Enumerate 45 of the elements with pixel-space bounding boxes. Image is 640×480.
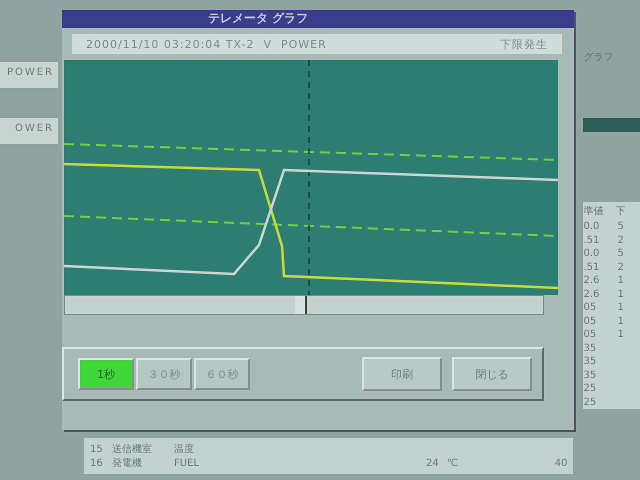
period-button[interactable]: ６０秒 [194, 358, 250, 390]
table-cell-text: 25 [583, 396, 598, 408]
table-cell-text: 0.0 [583, 221, 600, 232]
row-number: 15 [90, 444, 104, 454]
table-cell-text: 1 [617, 329, 625, 340]
table-cell-text: .51 [583, 262, 600, 273]
table-cell-text: 2.6 [583, 288, 600, 300]
action-button[interactable]: 閉じる [452, 357, 532, 391]
period-button[interactable]: ３０秒 [136, 358, 192, 390]
scroll-thumb[interactable] [295, 296, 307, 314]
period-button[interactable]: 1秒 [78, 358, 134, 390]
row-number: 16 [90, 458, 104, 468]
scroll-bar[interactable] [64, 295, 544, 315]
table-cell-text: 05 [583, 316, 598, 327]
alarm-status: 下限発生 [500, 36, 548, 52]
table-cell-text: 05 [583, 329, 598, 340]
table-cell-text: 35 [583, 370, 598, 381]
row-item: 温度 [174, 442, 195, 456]
row-unit: ℃ [446, 458, 459, 468]
action-button[interactable]: 印刷 [362, 357, 442, 391]
table-cell-text: 35 [583, 356, 598, 368]
table-cell-text: 35 [583, 342, 598, 354]
table-cell-text: 05 [583, 302, 598, 314]
column-header: 下 [615, 205, 626, 218]
info-text: 2000/11/10 03:20:04 TX-2 V POWER [86, 38, 327, 50]
table-cell-text: 5 [617, 221, 625, 232]
row-name: 送信機室 [112, 442, 153, 456]
table-cell-text: 1 [617, 275, 625, 286]
table-cell-text: 5 [617, 248, 625, 260]
row-name: 発電機 [112, 456, 143, 470]
table-cell-text: 2 [617, 234, 625, 246]
table-cell-text: 2 [617, 262, 625, 273]
table-cell-text: 25 [583, 383, 598, 394]
table-cell-text: 1 [617, 302, 625, 314]
table-cell-text: 1 [617, 288, 625, 300]
table-cell-text: .51 [583, 234, 600, 246]
row-value: 24 [426, 458, 439, 468]
column-header: 準値 [583, 205, 604, 218]
table-cell-text: 2.6 [583, 275, 600, 286]
table-cell-text: 1 [617, 316, 625, 327]
table-cell-text: 0.0 [583, 248, 600, 260]
row-item: FUEL [174, 458, 200, 468]
window-title: テレメータ グラフ [208, 10, 308, 27]
panel-bar [583, 118, 640, 132]
row-limit: 40 [554, 458, 568, 468]
